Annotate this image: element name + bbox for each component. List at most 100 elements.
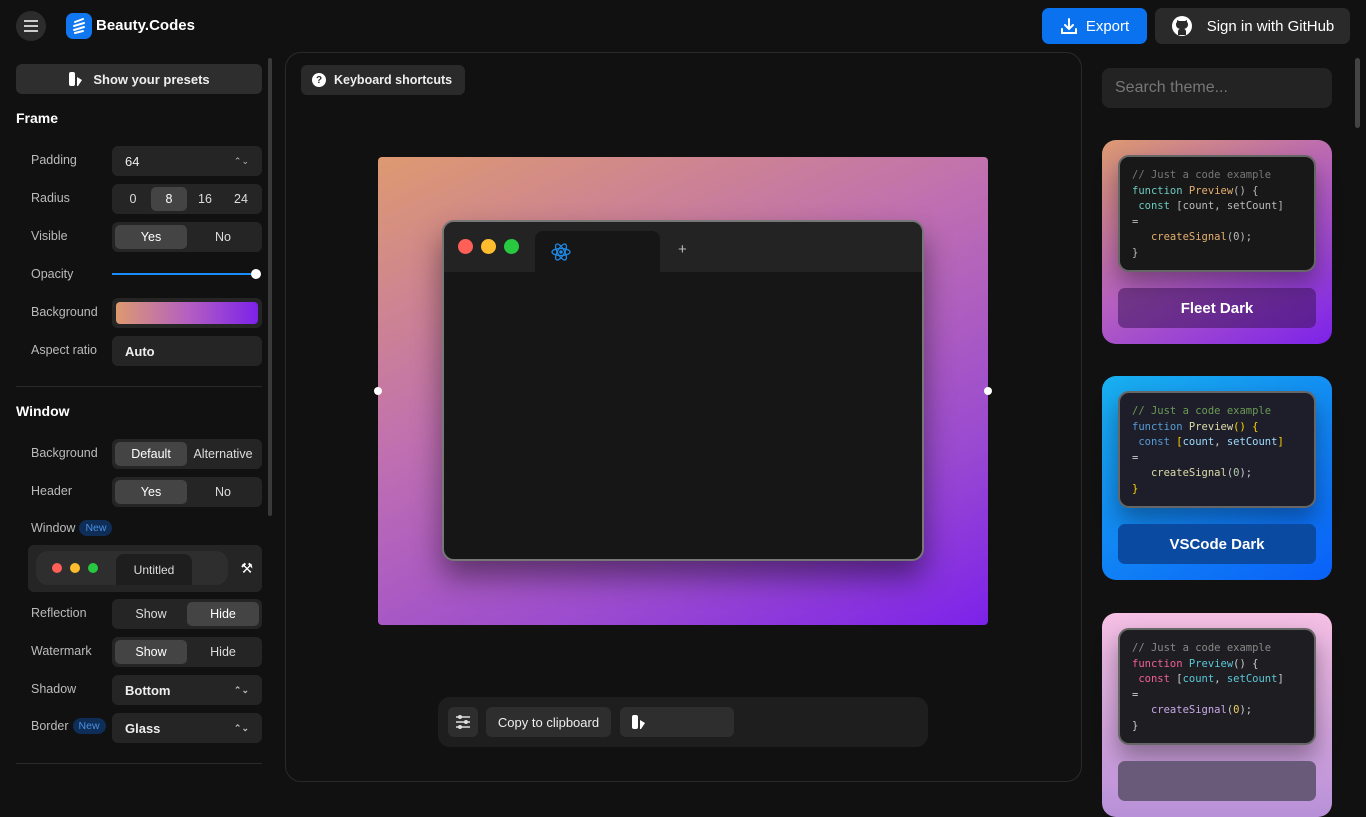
code-token: } xyxy=(1132,482,1139,495)
background-swatch xyxy=(116,302,258,324)
github-signin-button[interactable]: Sign in with GitHub xyxy=(1155,8,1350,44)
copy-to-clipboard-button[interactable]: Copy to clipboard xyxy=(486,707,611,737)
tools-icon[interactable]: ⚒ xyxy=(240,560,253,577)
radius-option-0[interactable]: 0 xyxy=(115,187,151,211)
code-token: () xyxy=(1233,657,1246,670)
logo-icon xyxy=(66,13,92,39)
border-row: Border New xyxy=(31,718,106,734)
code-token: = xyxy=(1132,215,1139,228)
updown-icon: ⌃⌄ xyxy=(233,722,249,733)
code-token: const xyxy=(1138,436,1170,448)
presets-icon xyxy=(69,72,83,86)
code-token: const xyxy=(1138,673,1170,685)
header-segmented: Yes No xyxy=(112,477,262,507)
reflection-show[interactable]: Show xyxy=(115,602,187,626)
code-token: } xyxy=(1132,246,1139,259)
shortcuts-label: Keyboard shortcuts xyxy=(334,73,453,87)
visible-no[interactable]: No xyxy=(187,225,259,249)
border-select[interactable]: Glass ⌃⌄ xyxy=(112,713,262,743)
visible-label: Visible xyxy=(31,229,68,243)
watermark-show[interactable]: Show xyxy=(115,640,187,664)
radius-option-8[interactable]: 8 xyxy=(151,187,187,211)
new-badge: New xyxy=(72,718,106,734)
theme-card-fleet-dark[interactable]: // Just a code example function Preview(… xyxy=(1102,140,1332,344)
background-picker[interactable] xyxy=(112,298,262,328)
code-token: ); xyxy=(1239,704,1253,716)
window-style-preview: Untitled xyxy=(36,551,228,585)
code-token: { xyxy=(1252,657,1259,670)
divider xyxy=(16,386,262,387)
visible-yes[interactable]: Yes xyxy=(115,225,187,249)
code-token: , xyxy=(1214,436,1221,448)
theme-search-input[interactable]: Search theme... xyxy=(1102,68,1332,108)
code-token: count xyxy=(1182,200,1215,212)
theme-card-vscode-dark[interactable]: // Just a code example function Preview(… xyxy=(1102,376,1332,580)
code-token: ); xyxy=(1239,467,1253,479)
resize-handle-left[interactable] xyxy=(374,387,382,395)
keyboard-shortcuts-button[interactable]: ? Keyboard shortcuts xyxy=(301,65,465,95)
theme-name: Fleet Dark xyxy=(1118,288,1316,328)
padding-select[interactable]: 64 ⌃⌄ xyxy=(112,146,262,176)
padding-value: 64 xyxy=(125,153,140,169)
themes-scrollbar[interactable] xyxy=(1355,58,1360,128)
code-token: setCount xyxy=(1226,673,1278,685)
frame-heading: Frame xyxy=(16,110,59,126)
window-style-picker[interactable]: Untitled ⚒ xyxy=(28,545,262,592)
code-token: function xyxy=(1132,420,1183,433)
shadow-label: Shadow xyxy=(31,682,77,696)
hamburger-icon xyxy=(24,20,38,32)
header-no[interactable]: No xyxy=(187,480,259,504)
window-header: + xyxy=(444,222,922,272)
theme-card[interactable]: // Just a code example function Preview(… xyxy=(1102,613,1332,817)
background-label: Background xyxy=(31,305,98,319)
react-icon xyxy=(551,243,571,261)
reflection-label: Reflection xyxy=(31,606,87,620)
opacity-slider-thumb[interactable] xyxy=(251,269,261,279)
menu-button[interactable] xyxy=(16,11,46,41)
radius-option-24[interactable]: 24 xyxy=(223,187,259,211)
reflection-hide[interactable]: Hide xyxy=(187,602,259,626)
close-dot-icon xyxy=(52,563,62,573)
maximize-dot-icon xyxy=(504,239,519,254)
code-token: createSignal xyxy=(1150,231,1227,243)
opacity-slider[interactable] xyxy=(112,273,258,275)
code-token: function xyxy=(1132,184,1183,197)
window-bg-alternative[interactable]: Alternative xyxy=(187,442,259,466)
resize-handle-right[interactable] xyxy=(984,387,992,395)
export-button[interactable]: Export xyxy=(1042,8,1147,44)
window-bg-default[interactable]: Default xyxy=(115,442,187,466)
show-presets-button[interactable]: Show your presets xyxy=(16,64,262,94)
code-window: + xyxy=(442,220,924,561)
file-tab[interactable] xyxy=(535,231,660,272)
radius-option-16[interactable]: 16 xyxy=(187,187,223,211)
aspect-ratio-select[interactable]: Auto xyxy=(112,336,262,366)
code-sample: // Just a code example function Preview(… xyxy=(1118,628,1316,745)
sidebar-scrollbar[interactable] xyxy=(268,58,272,516)
code-token: count xyxy=(1182,436,1215,448)
border-value: Glass xyxy=(125,720,161,736)
window-heading: Window xyxy=(16,403,70,419)
code-token: Preview xyxy=(1188,184,1234,197)
maximize-dot-icon xyxy=(88,563,98,573)
reflection-segmented: Show Hide xyxy=(112,599,262,629)
presets-button[interactable] xyxy=(620,707,734,737)
watermark-label: Watermark xyxy=(31,644,92,658)
code-token: ] xyxy=(1277,436,1284,448)
theme-name: VSCode Dark xyxy=(1118,524,1316,564)
settings-button[interactable] xyxy=(448,707,478,737)
window-background-segmented: Default Alternative xyxy=(112,439,262,469)
code-token: createSignal xyxy=(1150,467,1227,479)
code-token: count xyxy=(1182,673,1215,685)
brand-name: Beauty.Codes xyxy=(96,17,195,34)
code-sample: // Just a code example function Preview(… xyxy=(1118,155,1316,272)
shadow-select[interactable]: Bottom ⌃⌄ xyxy=(112,675,262,705)
watermark-hide[interactable]: Hide xyxy=(187,640,259,664)
minimize-dot-icon xyxy=(70,563,80,573)
untitled-tab: Untitled xyxy=(116,554,192,585)
code-token: , xyxy=(1214,673,1221,685)
add-tab-icon[interactable]: + xyxy=(678,242,687,257)
minimize-dot-icon xyxy=(481,239,496,254)
github-icon xyxy=(1171,16,1192,36)
header-yes[interactable]: Yes xyxy=(115,480,187,504)
code-token: setCount xyxy=(1226,200,1278,212)
